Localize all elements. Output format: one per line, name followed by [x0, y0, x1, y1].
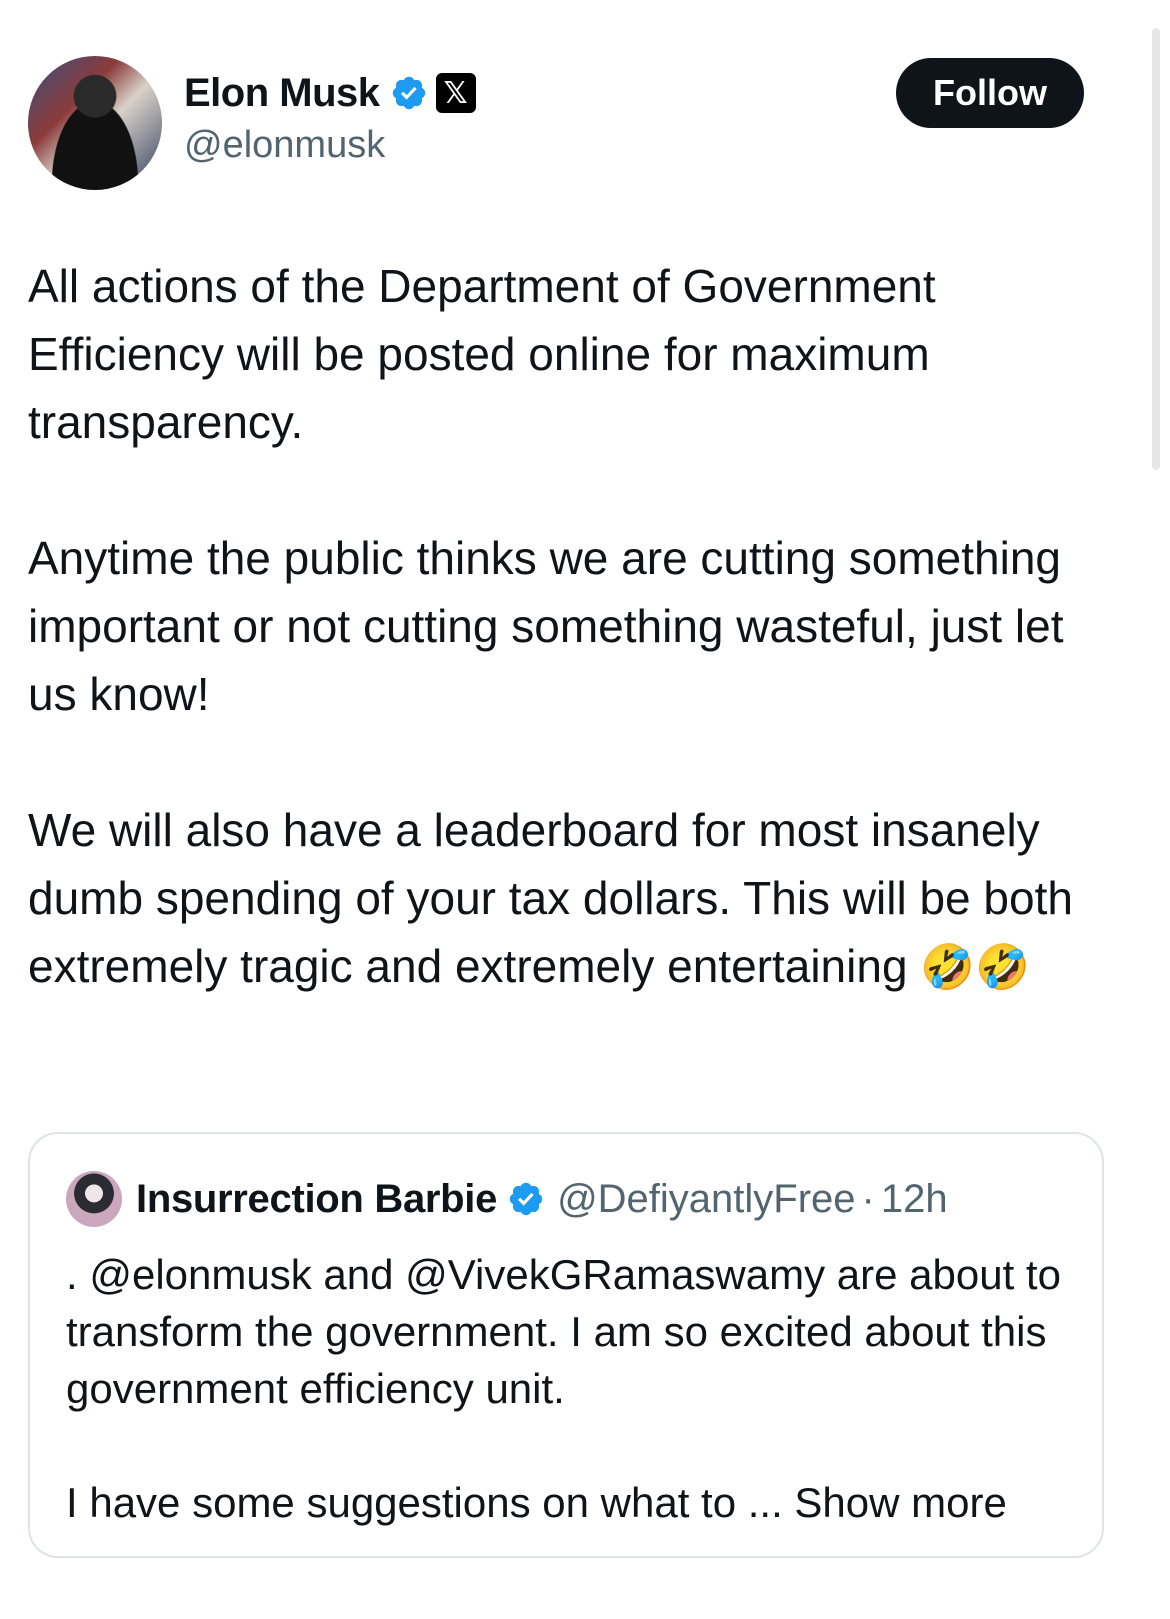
post-paragraph-1: All actions of the Department of Governm…: [28, 260, 949, 448]
post-header: Elon Musk 𝕏 @elonmusk Follow: [28, 56, 1128, 190]
x-logo-icon: 𝕏: [435, 73, 476, 113]
separator-dot: ·: [861, 1176, 875, 1221]
rofl-emoji: 🤣🤣: [920, 943, 1030, 992]
author-name[interactable]: Elon Musk: [184, 71, 380, 116]
post-paragraph-2: Anytime the public thinks we are cutting…: [28, 532, 1077, 720]
quoted-author-avatar: [66, 1171, 122, 1227]
quoted-post-text: . @elonmusk and @VivekGRamaswamy are abo…: [66, 1246, 1076, 1531]
quoted-post-header: Insurrection Barbie @DefiyantlyFree · 12…: [66, 1170, 948, 1228]
author-name-row: Elon Musk 𝕏: [184, 68, 476, 118]
post-text: All actions of the Department of Governm…: [28, 252, 1118, 1002]
quoted-paragraph-1: . @elonmusk and @VivekGRamaswamy are abo…: [66, 1251, 1073, 1412]
quoted-paragraph-2-show-more[interactable]: I have some suggestions on what to ... S…: [66, 1479, 1007, 1526]
quoted-author-handle: @DefiyantlyFree: [557, 1176, 856, 1221]
scrollbar[interactable]: [1152, 28, 1160, 470]
quoted-post-time: 12h: [880, 1176, 948, 1221]
quoted-author-name: Insurrection Barbie: [136, 1176, 498, 1221]
quoted-post-card[interactable]: Insurrection Barbie @DefiyantlyFree · 12…: [28, 1132, 1104, 1558]
author-avatar[interactable]: [28, 56, 162, 190]
verified-badge-icon: [392, 76, 425, 110]
verified-badge-icon: [509, 1182, 543, 1216]
author-handle[interactable]: @elonmusk: [184, 124, 385, 167]
follow-button[interactable]: Follow: [896, 58, 1084, 128]
